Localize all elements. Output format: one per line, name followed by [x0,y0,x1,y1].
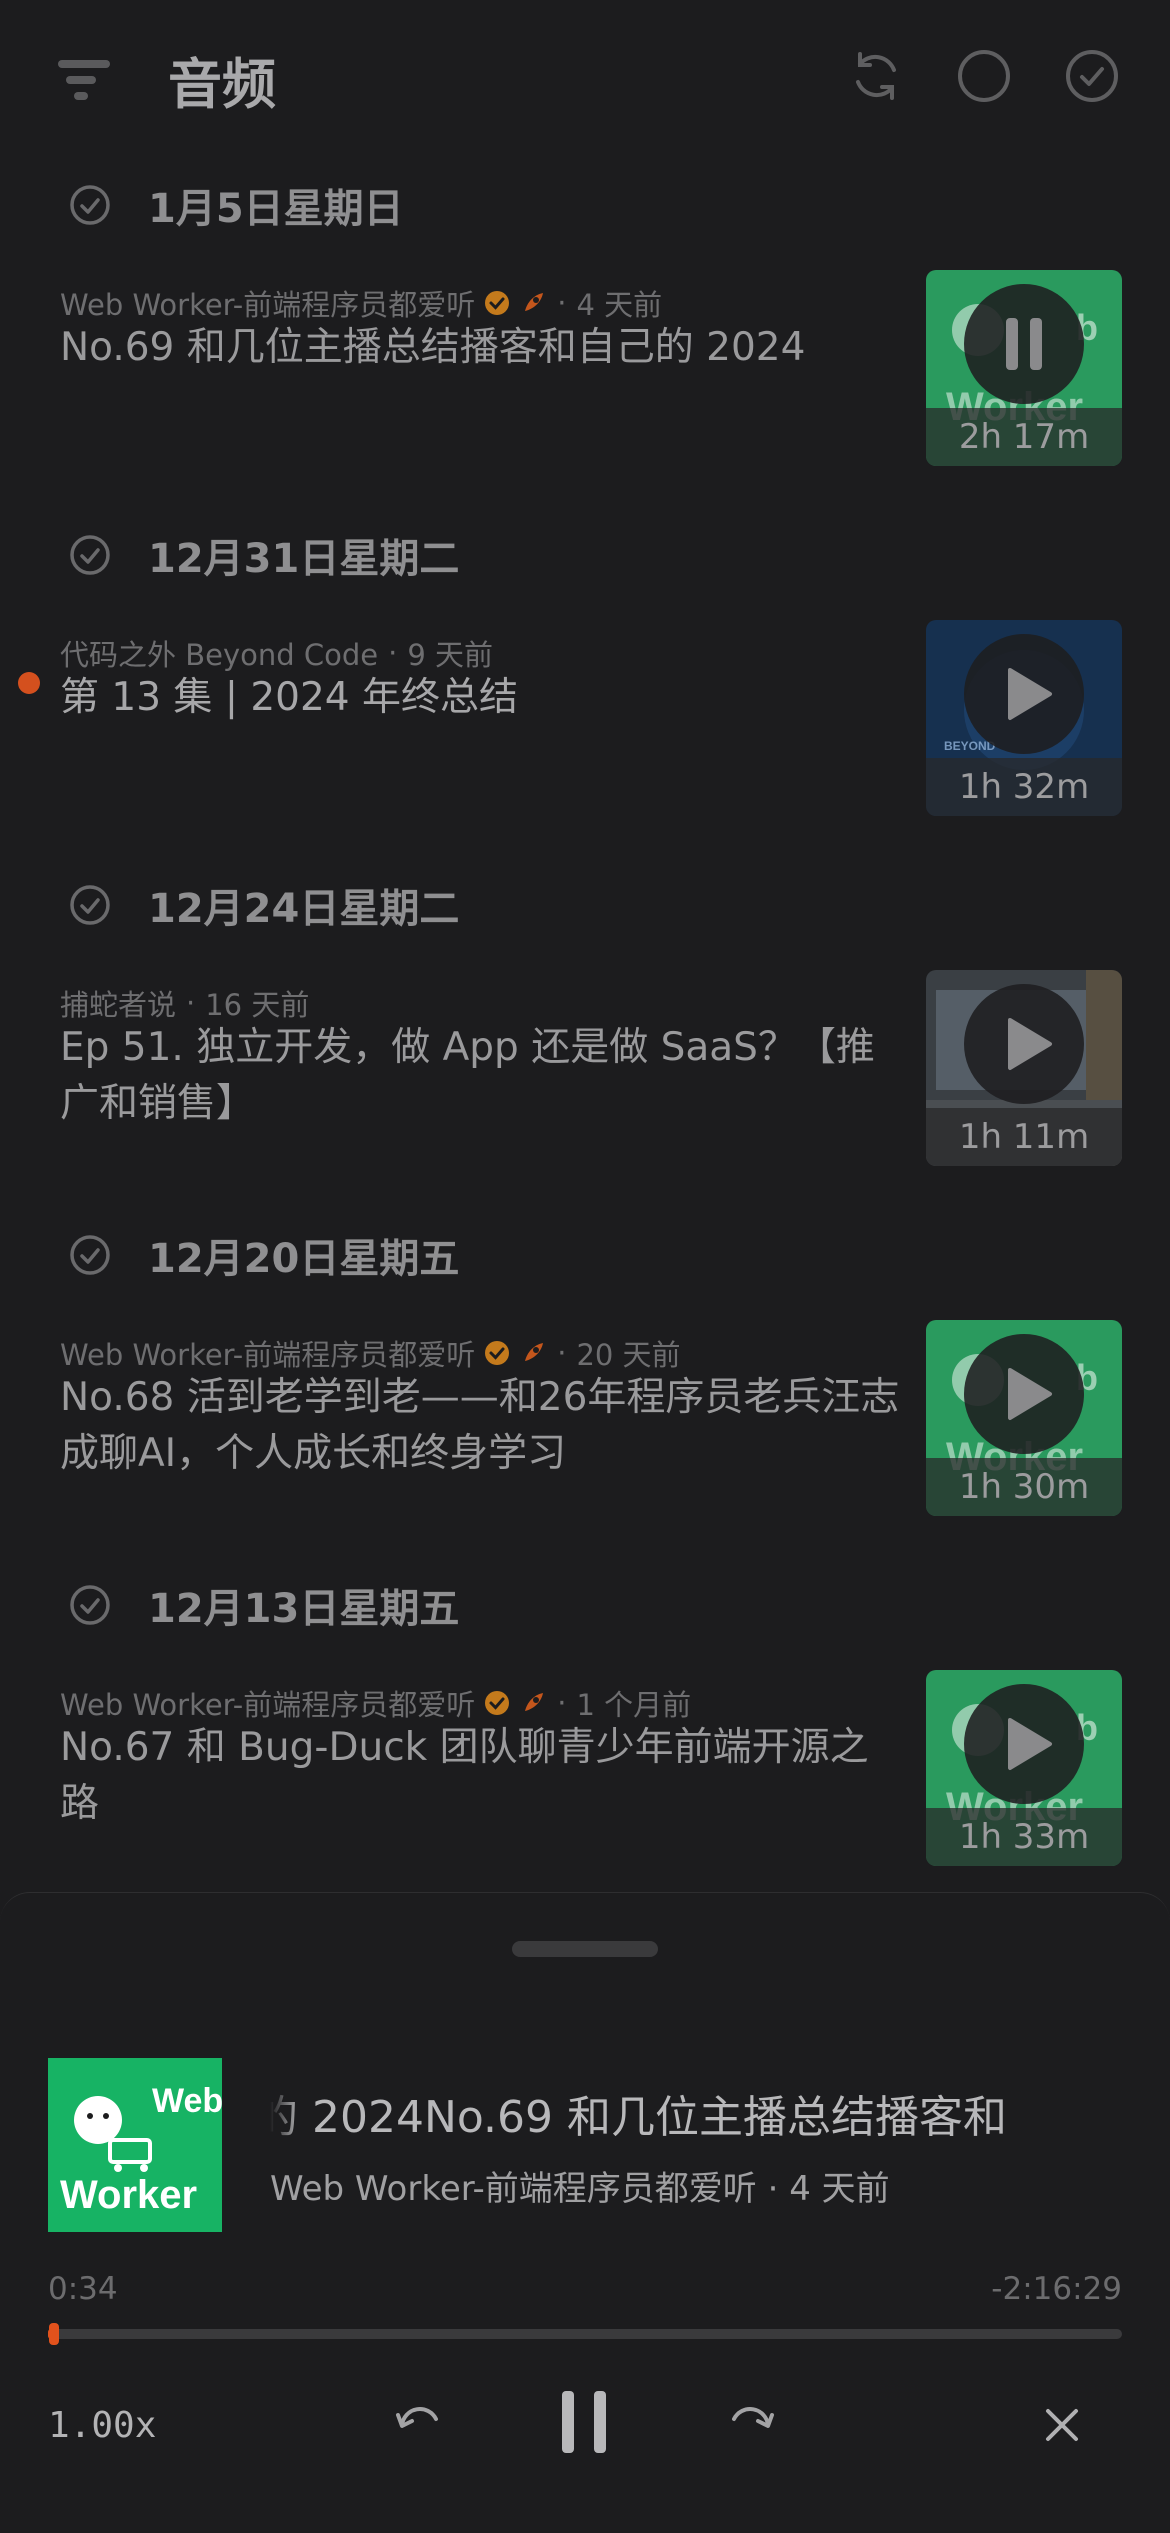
now-playing-subtitle: Web Worker-前端程序员都爱听 · 4 天前 [270,2169,890,2209]
pause-button[interactable] [964,284,1084,404]
podcast-name: 捕蛇者说 [60,988,177,1022]
episode-meta: Web Worker-前端程序员都爱听 · 1 个月前 [60,1682,691,1724]
progress-knob[interactable] [49,2323,59,2345]
pause-icon[interactable] [556,2387,612,2457]
remaining-time: -2:16:29 [991,2271,1122,2307]
mark-day-played-icon[interactable] [68,533,112,577]
check-all-icon[interactable] [1064,48,1120,104]
episode-artwork: BEYOND 1h 32m [926,620,1122,816]
now-playing-title-text: 己的 2024No.69 和几位主播总结播客和 [270,2092,1007,2141]
playback-speed-button[interactable]: 1.00x [48,2405,156,2446]
episode-row[interactable]: 捕蛇者说 · 16 天前 Ep 51. 独立开发，做 App 还是做 SaaS？… [0,970,1170,1170]
episode-age: 1 个月前 [576,1688,692,1722]
forward-icon[interactable] [722,2395,782,2455]
now-playing-artwork[interactable]: Web Worker [48,2058,222,2232]
day-group: 12月24日星期二 捕蛇者说 · 16 天前 Ep 51. 独立开发，做 App… [0,860,1170,1210]
episode-meta: Web Worker-前端程序员都爱听 · 20 天前 [60,1332,681,1374]
play-icon [1008,1718,1052,1770]
rocket-icon [525,293,544,311]
pause-icon [1006,318,1042,370]
play-button[interactable] [964,1684,1084,1804]
now-playing-sheet[interactable]: Web Worker 己的 2024No.69 和几位主播总结播客和 Web W… [0,1892,1170,2533]
play-icon [1008,1018,1052,1070]
episode-duration: 1h 33m [926,1808,1122,1866]
episode-duration: 1h 32m [926,758,1122,816]
date-label: 12月31日星期二 [148,536,460,582]
episode-age: 20 天前 [576,1338,681,1372]
play-button[interactable] [964,634,1084,754]
day-group: 12月20日星期五 Web Worker-前端程序员都爱听 · 20 天前 No… [0,1210,1170,1560]
episode-artwork: 1h 11m [926,970,1122,1166]
page-title: 音频 [168,53,276,116]
circle-icon[interactable] [956,48,1012,104]
episode-artwork: b Worker 2h 17m [926,270,1122,466]
episode-age: 4 天前 [576,288,663,322]
podcast-name: Web Worker-前端程序员都爱听 [60,1688,476,1722]
close-icon[interactable] [1032,2395,1092,2455]
filter-icon[interactable] [58,56,112,106]
episode-title: Ep 51. 独立开发，做 App 还是做 SaaS？【推广和销售】 [60,1025,875,1126]
episode-meta: Web Worker-前端程序员都爱听 · 4 天前 [60,282,662,324]
day-group: 1月5日星期日 Web Worker-前端程序员都爱听 · 4 天前 No.69… [0,160,1170,510]
episode-age: 16 天前 [205,988,310,1022]
date-label: 12月20日星期五 [148,1236,460,1282]
episode-duration: 2h 17m [926,408,1122,466]
rocket-icon [525,1693,544,1711]
play-button[interactable] [964,984,1084,1104]
date-header: 12月20日星期五 [68,1230,459,1282]
date-label: 12月13日星期五 [148,1586,460,1632]
episode-row[interactable]: Web Worker-前端程序员都爱听 · 1 个月前 No.67 和 Bug-… [0,1670,1170,1870]
episode-duration: 1h 30m [926,1458,1122,1516]
svg-text:Worker: Worker [60,2173,197,2217]
play-icon [1008,668,1052,720]
progress-slider[interactable] [48,2323,1122,2345]
day-group: 12月13日星期五 Web Worker-前端程序员都爱听 · 1 个月前 No… [0,1560,1170,1910]
episode-row[interactable]: Web Worker-前端程序员都爱听 · 4 天前 No.69 和几位主播总结… [0,270,1170,470]
date-header: 1月5日星期日 [68,180,404,232]
rewind-icon[interactable] [388,2395,448,2455]
svg-text:Web: Web [152,2082,222,2120]
verified-badge-icon [485,291,510,315]
episode-meta: 代码之外 Beyond Code · 9 天前 [60,632,493,674]
episode-age: 9 天前 [407,638,493,672]
episode-title: No.67 和 Bug-Duck 团队聊青少年前端开源之路 [60,1725,869,1826]
day-group: 12月31日星期二 代码之外 Beyond Code · 9 天前 第 13 集… [0,510,1170,860]
episode-title: 第 13 集 | 2024 年终总结 [60,675,519,720]
verified-badge-icon [485,1691,510,1715]
podcast-name: 代码之外 Beyond Code [60,638,379,672]
date-label: 12月24日星期二 [148,886,460,932]
episode-row[interactable]: Web Worker-前端程序员都爱听 · 20 天前 No.68 活到老学到老… [0,1320,1170,1520]
play-icon [1008,1368,1052,1420]
episode-artwork: b Worker 1h 33m [926,1670,1122,1866]
podcast-name: Web Worker-前端程序员都爱听 [60,288,476,322]
date-header: 12月24日星期二 [68,880,459,932]
date-label: 1月5日星期日 [148,186,404,232]
episode-title: No.69 和几位主播总结播客和自己的 2024 [60,325,806,370]
mark-day-played-icon[interactable] [68,183,112,227]
date-header: 12月31日星期二 [68,530,459,582]
mark-day-played-icon[interactable] [68,1233,112,1277]
app-header: 音频 [0,0,1170,150]
mark-day-played-icon[interactable] [68,883,112,927]
episode-title: No.68 活到老学到老——和26年程序员老兵汪志成聊AI，个人成长和终身学习 [60,1375,900,1476]
mark-day-played-icon[interactable] [68,1583,112,1627]
now-playing-title: 己的 2024No.69 和几位主播总结播客和 [270,2081,1122,2141]
sheet-grabber[interactable] [512,1941,658,1957]
rocket-icon [525,1343,544,1361]
episode-duration: 1h 11m [926,1108,1122,1166]
episode-row[interactable]: 代码之外 Beyond Code · 9 天前 第 13 集 | 2024 年终… [0,620,1170,820]
episode-artwork: b Worker 1h 30m [926,1320,1122,1516]
verified-badge-icon [485,1341,510,1365]
episode-meta: 捕蛇者说 · 16 天前 [60,982,309,1024]
refresh-icon[interactable] [848,48,904,104]
podcast-name: Web Worker-前端程序员都爱听 [60,1338,476,1372]
date-header: 12月13日星期五 [68,1580,459,1632]
unplayed-indicator [18,672,40,694]
play-button[interactable] [964,1334,1084,1454]
elapsed-time: 0:34 [48,2271,118,2307]
